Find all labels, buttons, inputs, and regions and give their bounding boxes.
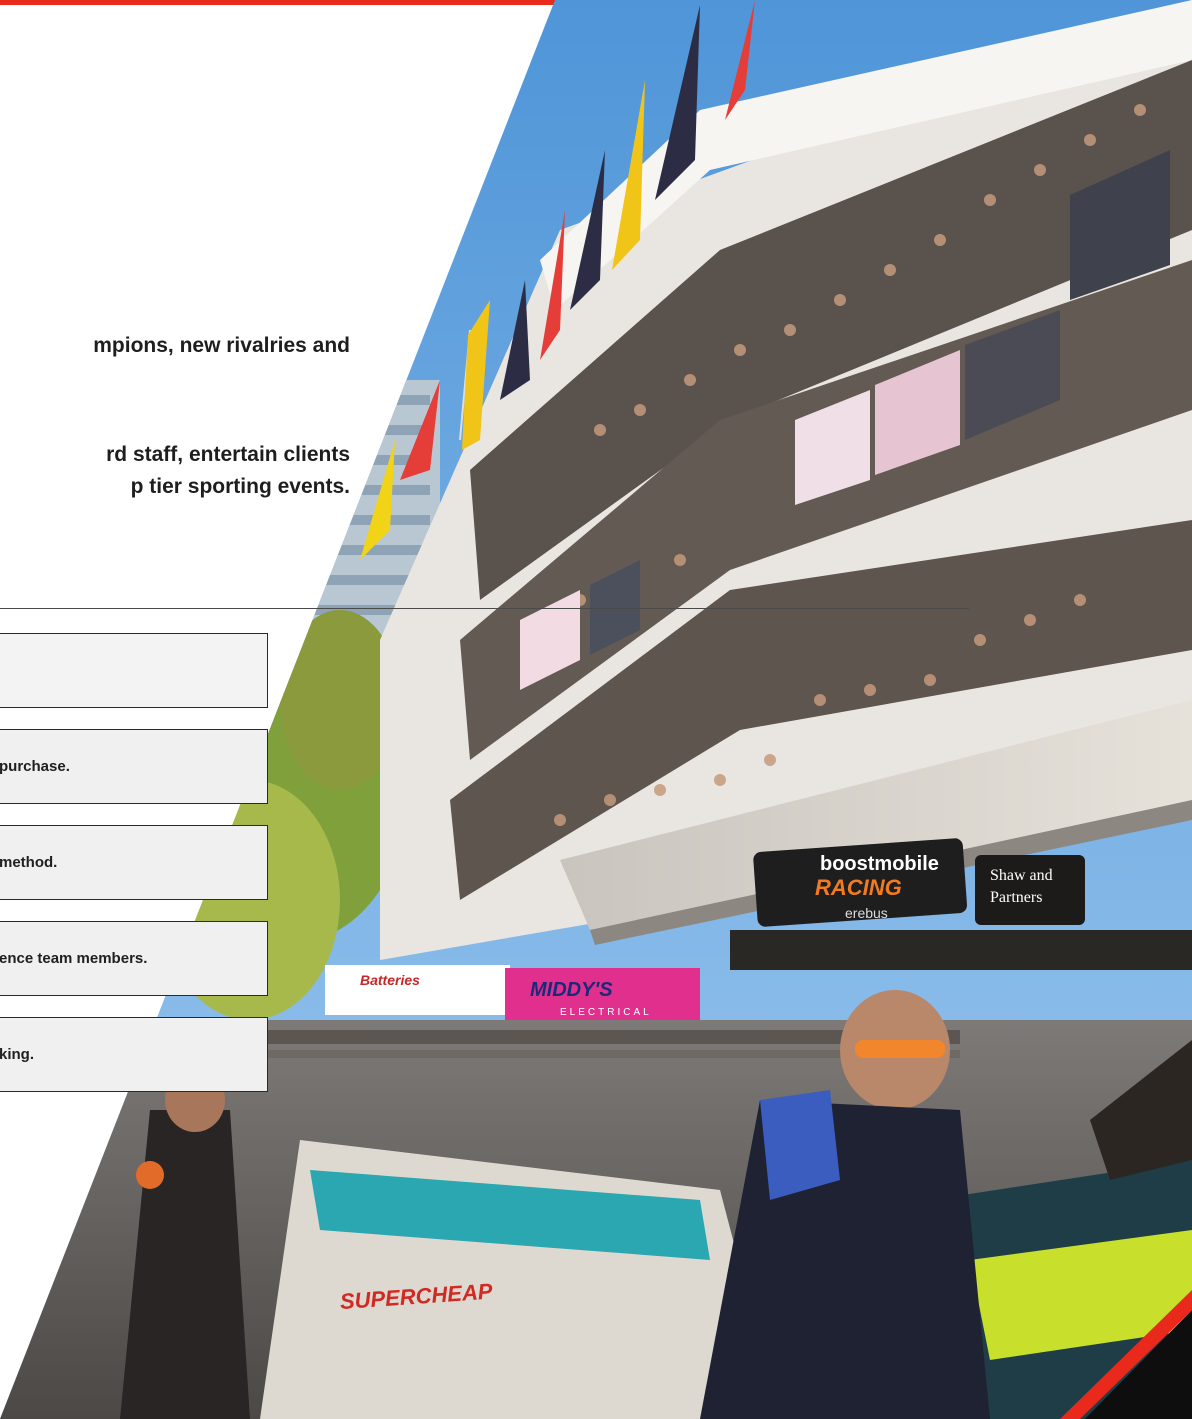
step-box-1[interactable]: [0, 633, 268, 708]
sign-shaw-2: Partners: [990, 889, 1042, 906]
step-text-4: ence team members.: [0, 950, 148, 967]
sign-erebus: erebus: [845, 905, 888, 921]
step-box-2[interactable]: purchase.: [0, 729, 268, 804]
sign-middys: MIDDY'S: [530, 979, 613, 1001]
step-box-5[interactable]: king.: [0, 1017, 268, 1092]
sign-boost-bottom: RACING: [815, 875, 902, 900]
sign-boost-top: boostmobile: [820, 853, 939, 875]
section-divider: [0, 608, 969, 609]
step-text-3: method.: [0, 854, 58, 871]
intro-paragraph-2-line-2: p tier sporting events.: [130, 475, 350, 498]
step-box-3[interactable]: method.: [0, 825, 268, 900]
hero-photo: boostmobile RACING erebus Shaw and Partn…: [0, 0, 1192, 1419]
intro-paragraph-1: mpions, new rivalries and: [93, 334, 350, 357]
intro-paragraph-2-line-1: rd staff, entertain clients: [106, 443, 350, 466]
sign-rj: Batteries: [360, 972, 420, 988]
step-text-2: purchase.: [0, 758, 70, 775]
step-text-5: king.: [0, 1046, 35, 1063]
sign-middys-sub: ELECTRICAL: [560, 1007, 652, 1018]
step-box-4[interactable]: ence team members.: [0, 921, 268, 996]
sign-shaw-1: Shaw and: [990, 867, 1053, 884]
